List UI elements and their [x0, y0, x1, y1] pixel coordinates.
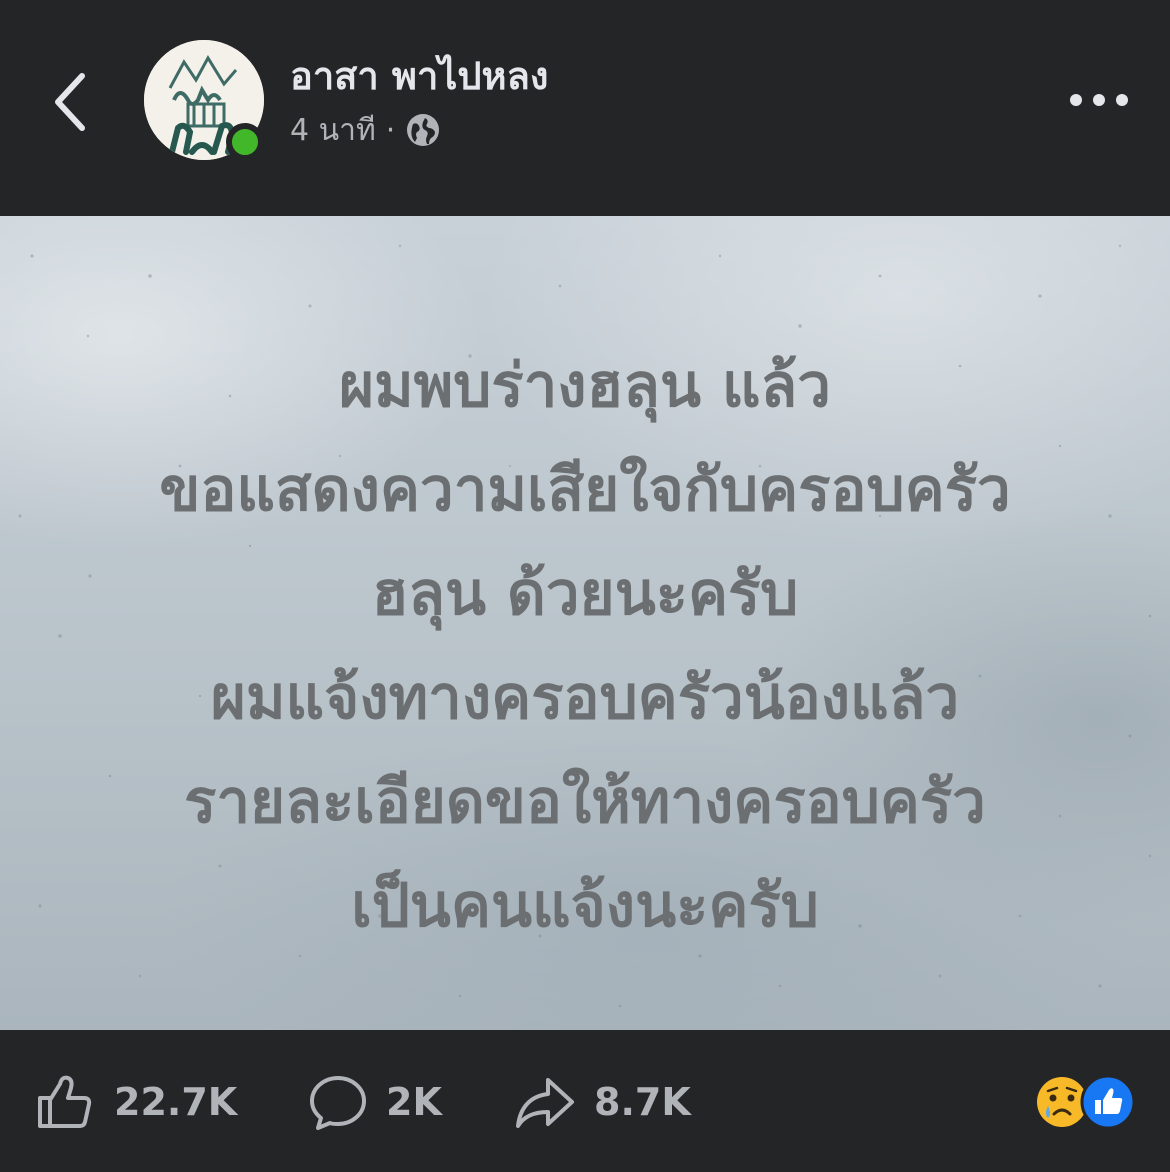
like-reaction-icon — [1080, 1074, 1136, 1130]
share-arrow-icon — [516, 1078, 574, 1128]
post-line: ฮลุน ด้วยนะครับ — [371, 559, 799, 629]
page-name[interactable]: อาสา พาไปหลง — [290, 52, 548, 100]
more-dots-icon — [1070, 94, 1128, 106]
post-message: ผมพบร่างฮลุน แล้ว ขอแสดงความเสียใจกับครอ… — [40, 334, 1130, 958]
meta-separator: · — [385, 112, 396, 148]
comment-button[interactable]: 2K — [308, 1072, 442, 1132]
post-header: อาสา พาไปหลง 4 นาที · — [0, 0, 1170, 216]
online-status-dot — [226, 123, 264, 161]
post-line: ผมพบร่างฮลุน แล้ว — [339, 351, 831, 421]
chevron-left-icon — [55, 73, 85, 131]
reaction-summary[interactable] — [1036, 1074, 1140, 1130]
share-button[interactable]: 8.7K — [514, 1072, 691, 1132]
thumbs-up-icon — [38, 1075, 92, 1128]
post-line: ขอแสดงความเสียใจกับครอบครัว — [159, 455, 1011, 525]
post-line: ผมแจ้งทางครอบครัวน้องแล้ว — [210, 663, 960, 733]
post-line: รายละเอียดขอให้ทางครอบครัว — [184, 767, 986, 837]
comment-count: 2K — [386, 1080, 442, 1124]
post-image[interactable]: ผมพบร่างฮลุน แล้ว ขอแสดงความเสียใจกับครอ… — [0, 216, 1170, 1030]
post-meta: 4 นาที · — [290, 108, 441, 152]
back-button[interactable] — [40, 62, 100, 142]
share-count: 8.7K — [594, 1080, 691, 1124]
more-options-button[interactable] — [1062, 80, 1136, 120]
like-button[interactable]: 22.7K — [36, 1072, 237, 1132]
post-time[interactable]: 4 นาที — [290, 107, 376, 154]
post-line: เป็นคนแจ้งนะครับ — [351, 871, 819, 941]
globe-icon — [407, 114, 440, 146]
like-count: 22.7K — [114, 1080, 238, 1124]
post-actions-bar: 22.7K 2K 8.7K — [0, 1030, 1170, 1172]
comment-bubble-icon — [310, 1076, 366, 1130]
